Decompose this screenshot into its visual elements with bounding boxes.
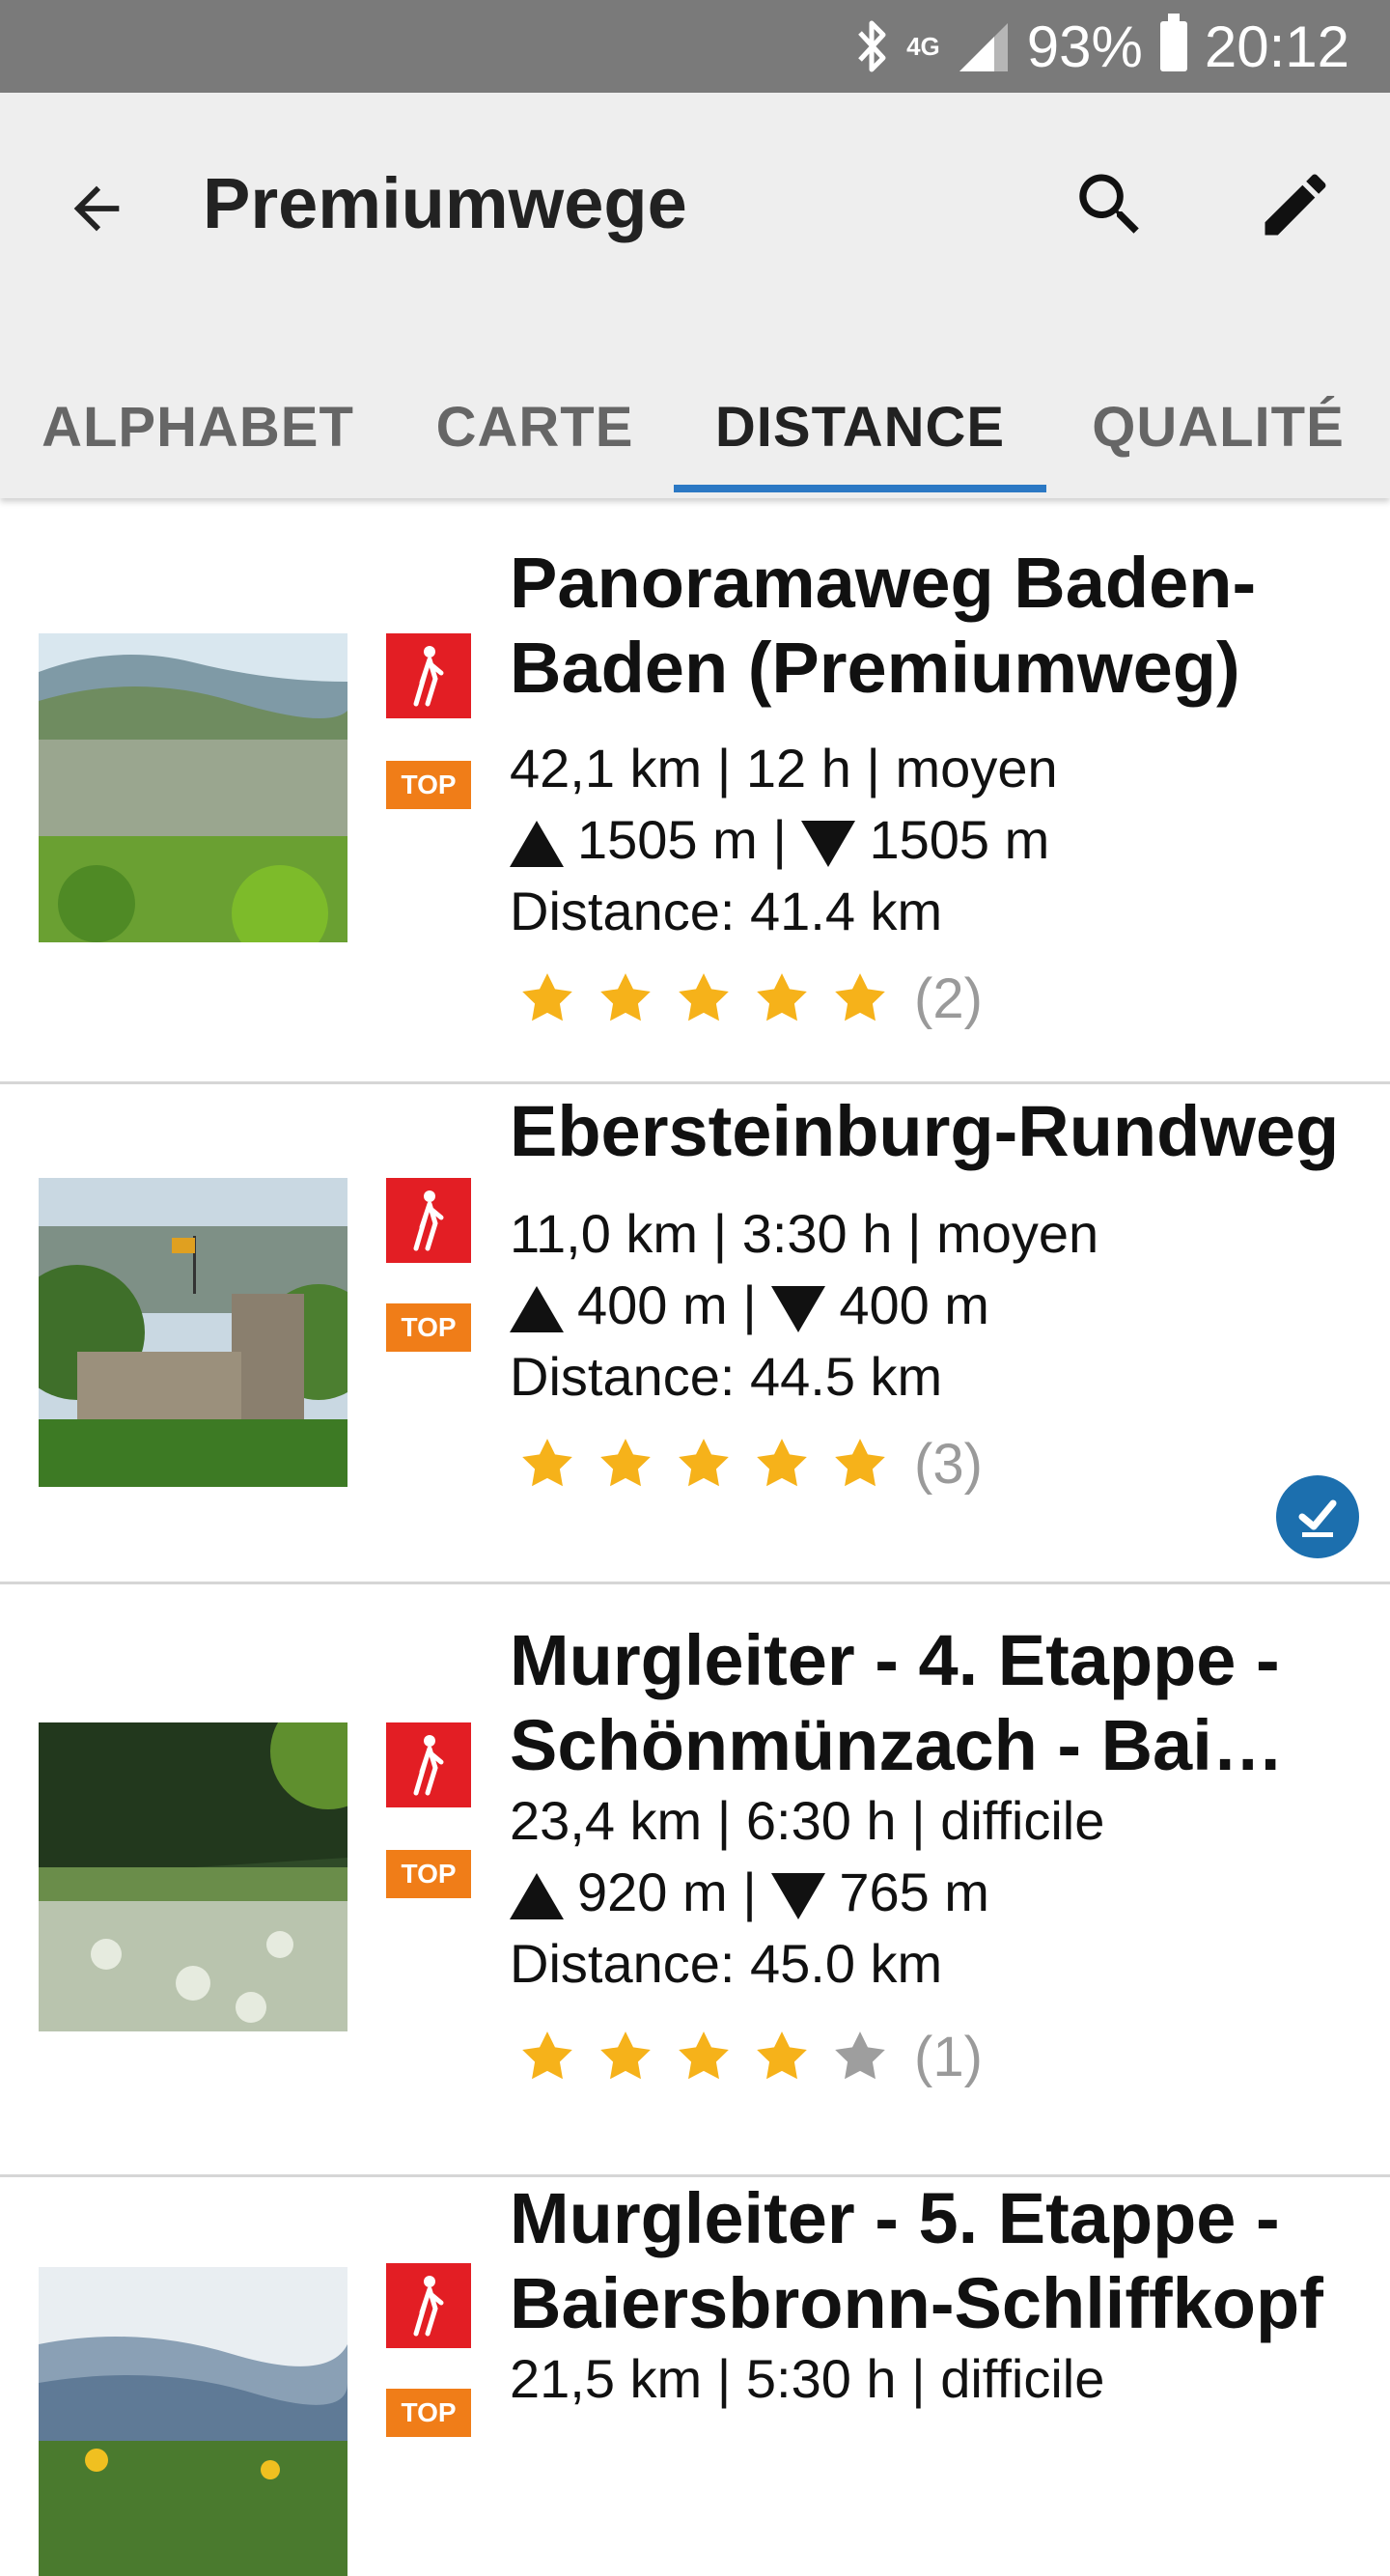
hiker-icon [413,646,444,707]
route-elevation: 920 m | 765 m [510,1858,989,1927]
star-icon [522,2031,572,2080]
route-elevation: 1505 m | 1505 m [510,805,1049,875]
edit-button[interactable] [1247,156,1344,253]
hiking-badge [386,2263,471,2348]
route-info: 21,5 km | 5:30 h | difficile [510,2348,1105,2409]
hiking-badge [386,1178,471,1263]
status-bar: 4G 93% 20:12 [0,0,1390,93]
tab-carte[interactable]: CARTE [396,355,674,498]
tab-alphabet[interactable]: ALPHABET [0,355,396,498]
star-icon [600,1439,651,1487]
clock: 20:12 [1204,14,1349,79]
bluetooth-icon [856,19,889,73]
route-name: Murgleiter - 5. Etappe - Baiersbronn-Sch… [510,2178,1323,2343]
star-icon [600,2031,651,2080]
tab-distance[interactable]: DISTANCE [674,355,1046,498]
page-title: Premiumwege [203,163,687,243]
app-bar: Premiumwege ALPHABET CARTE DISTANCE QUAL… [0,93,1390,498]
star-icon [835,973,885,1022]
ascent-icon [510,821,564,868]
hiking-badge [386,633,471,718]
battery-percent: 93% [1026,14,1143,79]
route-name: Ebersteinburg-Rundweg [510,1091,1340,1171]
star-icon [679,2031,729,2080]
review-count: (1) [914,2025,983,2088]
route-info: 42,1 km | 12 h | moyen [510,738,1058,798]
search-icon [1079,174,1139,234]
list-item[interactable]: TOP Murgleiter - 5. Etappe - Baiersbronn… [0,2174,1390,2576]
route-elevation: 400 m | 400 m [510,1271,989,1340]
route-thumbnail [39,2267,348,2576]
top-badge: TOP [386,1303,471,1352]
battery-icon [1159,14,1187,71]
review-count: (2) [914,966,983,1030]
star-icon [679,973,729,1022]
star-icon [835,1439,885,1487]
route-distance: Distance: 44.5 km [510,1346,943,1407]
descent-icon [771,1286,826,1333]
star-icon [522,1439,572,1487]
signal-icon [958,19,1010,73]
network-type-icon: 4G [906,32,940,61]
tab-qualite[interactable]: QUALITÉ [1046,355,1390,498]
list-item[interactable]: TOP Murgleiter - 4. Etappe - Schönmünzac… [0,1582,1390,2177]
rating-stars: (1) [517,2018,983,2095]
route-name: Panoramaweg Baden-Baden (Premiumweg) [510,543,1257,708]
route-info: 23,4 km | 6:30 h | difficile [510,1790,1105,1851]
rating-stars: (2) [517,960,983,1037]
hiker-icon [413,2276,444,2337]
ascent-icon [510,1873,564,1920]
route-thumbnail [39,1178,348,1487]
rating-stars: (3) [517,1425,983,1502]
star-icon [757,1439,807,1487]
hiker-icon [413,1190,444,1251]
star-icon [757,2031,807,2080]
list-item[interactable]: TOP Panoramaweg Baden-Baden (Premiumweg)… [0,498,1390,1084]
route-distance: Distance: 45.0 km [510,1933,943,1994]
route-info: 11,0 km | 3:30 h | moyen [510,1203,1099,1264]
search-button[interactable] [1062,156,1158,253]
hiking-badge [386,1722,471,1807]
tab-bar: ALPHABET CARTE DISTANCE QUALITÉ [0,355,1390,498]
star-icon [679,1439,729,1487]
route-name: Murgleiter - 4. Etappe - Schönmünzach - … [510,1620,1284,1785]
descent-icon [771,1873,826,1920]
top-badge: TOP [386,761,471,809]
route-thumbnail [39,1722,348,2031]
star-icon [757,973,807,1022]
route-thumbnail [39,633,348,942]
back-arrow-icon [73,185,120,232]
hiker-icon [413,1735,444,1796]
back-button[interactable] [48,160,145,257]
ascent-icon [510,1286,564,1333]
route-distance: Distance: 41.4 km [510,881,943,941]
top-badge: TOP [386,1850,471,1898]
review-count: (3) [914,1432,983,1496]
list-item[interactable]: TOP Ebersteinburg-Rundweg 11,0 km | 3:30… [0,1081,1390,1584]
edit-pencil-icon [1265,174,1326,236]
descent-icon [801,821,856,868]
star-icon [522,973,572,1022]
star-icon [835,2031,885,2080]
star-icon [600,973,651,1022]
tab-indicator [674,485,1046,492]
top-badge: TOP [386,2389,471,2437]
check-done-icon [1276,1475,1359,1558]
